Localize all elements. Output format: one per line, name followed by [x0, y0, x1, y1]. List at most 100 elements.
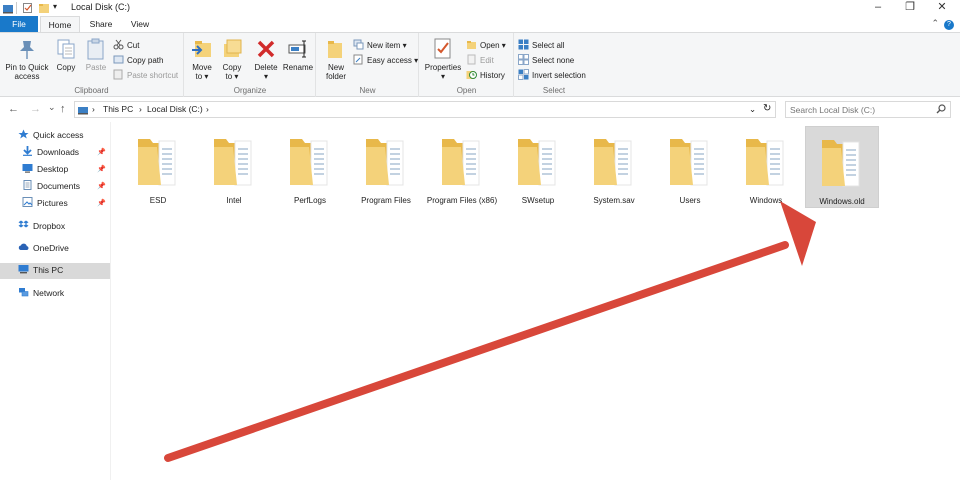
delete-button[interactable]: Delete ▾	[251, 37, 281, 81]
back-arrow-icon[interactable]: ←	[8, 103, 19, 115]
paste-icon	[84, 37, 108, 61]
maximize-button[interactable]: ❐	[894, 0, 926, 16]
crumb-separator[interactable]: ›	[206, 104, 209, 114]
new-folder-qat-icon[interactable]	[38, 2, 50, 14]
nav-item-documents[interactable]: Documents 📌	[0, 179, 110, 195]
window-title: Local Disk (C:)	[71, 2, 131, 12]
help-icon[interactable]: ?	[944, 20, 954, 30]
nav-item-network[interactable]: Network	[0, 286, 110, 302]
address-bar[interactable]: › This PC › Local Disk (C:) › ⌄ ↻	[74, 101, 776, 118]
folder-item[interactable]: System.sav	[577, 126, 651, 208]
crumb-local-disk[interactable]: Local Disk (C:)	[147, 104, 203, 114]
edit-button[interactable]: Edit	[466, 54, 494, 68]
customize-qat-icon[interactable]: ▾	[53, 2, 57, 14]
copy-to-label-line2: to ▾	[225, 72, 239, 81]
copy-button[interactable]: Copy	[52, 37, 80, 72]
select-group: Select all Select none Invert selection …	[515, 33, 593, 97]
search-input[interactable]	[790, 103, 930, 117]
rename-label: Rename	[282, 63, 314, 72]
pin-icon[interactable]: 📌	[97, 179, 106, 194]
pin-to-quick-access-button[interactable]: Pin to Quick access	[4, 37, 50, 81]
minimize-button[interactable]: –	[862, 0, 894, 16]
folder-icon	[667, 133, 713, 191]
tab-view[interactable]: View	[122, 16, 158, 33]
move-to-button[interactable]: Move to ▾	[188, 37, 216, 81]
folder-item[interactable]: Users	[653, 126, 727, 208]
folder-item[interactable]: Program Files	[349, 126, 423, 208]
edit-label: Edit	[480, 56, 494, 65]
folder-item[interactable]: Windows	[729, 126, 803, 208]
navigation-pane: Quick access Downloads 📌 Desktop 📌 Docum…	[0, 122, 111, 480]
recent-locations-icon[interactable]: ⌄	[48, 102, 56, 113]
easy-access-label: Easy access ▾	[367, 56, 419, 65]
folder-item[interactable]: ESD	[121, 126, 195, 208]
cut-button[interactable]: Cut	[113, 39, 139, 53]
select-all-icon	[518, 39, 529, 50]
tab-home[interactable]: Home	[40, 16, 80, 33]
easy-access-button[interactable]: Easy access ▾	[353, 54, 418, 68]
properties-qat-icon[interactable]	[22, 2, 34, 14]
rename-button[interactable]: Rename	[282, 37, 314, 72]
nav-item-dropbox[interactable]: Dropbox	[0, 219, 110, 235]
copy-path-button[interactable]: Copy path	[113, 54, 163, 68]
nav-item-desktop[interactable]: Desktop 📌	[0, 162, 110, 178]
properties-label-line1: Properties	[424, 63, 462, 72]
select-none-button[interactable]: Select none	[518, 54, 574, 68]
tab-file[interactable]: File	[0, 16, 38, 33]
paste-shortcut-label: Paste shortcut	[127, 71, 179, 80]
select-none-label: Select none	[532, 56, 575, 65]
copy-to-button[interactable]: Copy to ▾	[218, 37, 246, 81]
search-box[interactable]	[785, 101, 951, 118]
ribbon-collapse-icons: ⌃ ?	[931, 18, 954, 30]
folder-item[interactable]: PerfLogs	[273, 126, 347, 208]
nav-item-this-pc[interactable]: This PC	[0, 263, 110, 279]
refresh-icon[interactable]: ↻	[763, 103, 771, 114]
star-icon	[18, 129, 29, 139]
copy-to-icon	[220, 37, 244, 61]
close-button[interactable]: ✕	[926, 0, 958, 16]
history-button[interactable]: History	[466, 69, 505, 83]
invert-selection-button[interactable]: Invert selection	[518, 69, 586, 83]
select-none-icon	[518, 54, 529, 65]
title-bar: ▾ Local Disk (C:) – ❐ ✕	[0, 0, 960, 16]
paste-shortcut-button[interactable]: Paste shortcut	[113, 69, 178, 83]
crumb-this-pc[interactable]: This PC	[103, 104, 133, 114]
folder-item[interactable]: Intel	[197, 126, 271, 208]
document-icon	[22, 180, 33, 190]
pin-icon[interactable]: 📌	[97, 145, 106, 160]
invert-selection-icon	[518, 69, 529, 80]
tab-share[interactable]: Share	[82, 16, 120, 33]
crumb-separator[interactable]: ›	[92, 104, 95, 114]
paste-button[interactable]: Paste	[82, 37, 110, 72]
search-icon[interactable]	[936, 104, 946, 116]
pin-icon[interactable]: 📌	[97, 162, 106, 177]
up-arrow-icon[interactable]: ↑	[60, 103, 66, 115]
nav-item-pictures[interactable]: Pictures 📌	[0, 196, 110, 212]
nav-item-onedrive[interactable]: OneDrive	[0, 241, 110, 257]
collapse-ribbon-icon[interactable]: ⌃	[931, 18, 939, 28]
crumb-separator[interactable]: ›	[139, 104, 142, 114]
address-dropdown-icon[interactable]: ⌄	[749, 104, 756, 115]
explorer-app-icon[interactable]	[2, 2, 14, 14]
properties-button[interactable]: Properties ▾	[423, 37, 463, 81]
folder-icon	[515, 133, 561, 191]
pin-icon[interactable]: 📌	[97, 196, 106, 211]
open-button[interactable]: Open ▾	[466, 39, 506, 53]
select-all-button[interactable]: Select all	[518, 39, 564, 53]
cut-label: Cut	[127, 41, 140, 50]
nav-item-downloads[interactable]: Downloads 📌	[0, 145, 110, 161]
cloud-icon	[18, 242, 29, 252]
new-folder-label-line2: folder	[325, 72, 346, 81]
nav-item-quick-access[interactable]: Quick access	[0, 128, 110, 144]
new-item-button[interactable]: New item ▾	[353, 39, 407, 53]
drive-icon	[77, 105, 89, 117]
folder-name: PerfLogs	[293, 196, 327, 205]
open-folder-icon	[466, 39, 477, 50]
new-folder-icon	[324, 37, 348, 61]
folder-item[interactable]: Program Files (x86)	[425, 126, 499, 208]
new-folder-button[interactable]: New folder	[320, 37, 352, 81]
folder-item[interactable]: SWsetup	[501, 126, 575, 208]
folder-item[interactable]: Windows.old	[805, 126, 879, 208]
forward-arrow-icon[interactable]: →	[30, 103, 41, 115]
move-to-label-line1: Move	[192, 63, 212, 72]
